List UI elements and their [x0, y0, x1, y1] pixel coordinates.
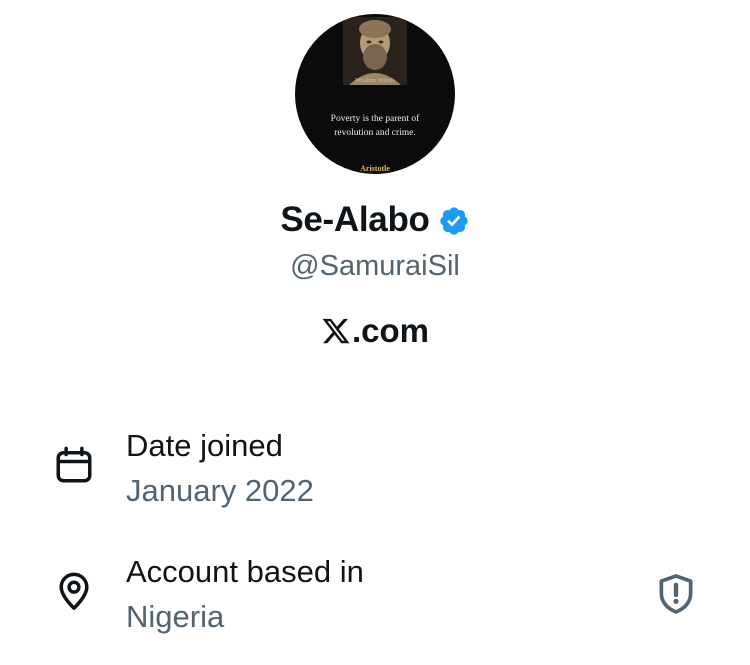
profile-website-link[interactable]: .com	[0, 312, 750, 350]
x-logo-icon	[322, 318, 350, 344]
profile-display-name: Se-Alabo	[280, 200, 430, 239]
calendar-icon	[56, 446, 92, 483]
date-joined-label: Date joined	[126, 428, 283, 463]
date-joined-value: January 2022	[126, 473, 314, 508]
avatar-brand-text: Wisdom Waves	[355, 78, 395, 84]
profile-name-row: Se-Alabo	[0, 200, 750, 240]
website-suffix-text: .com	[351, 312, 430, 349]
verified-badge-icon[interactable]	[438, 205, 470, 237]
profile-handle: @SamuraiSil	[290, 250, 460, 282]
account-based-in-label: Account based in	[126, 554, 364, 589]
account-based-in-value: Nigeria	[126, 599, 225, 634]
location-pin-icon	[59, 572, 89, 610]
avatar-quote-text: Poverty is the parent of revolution and …	[330, 114, 420, 138]
shield-alert-icon[interactable]	[654, 572, 698, 616]
aristotle-bust-image	[343, 17, 407, 85]
profile-avatar[interactable]: Wisdom Waves Poverty is the parent of re…	[295, 14, 455, 174]
avatar-author-text: Aristotle	[360, 164, 390, 173]
